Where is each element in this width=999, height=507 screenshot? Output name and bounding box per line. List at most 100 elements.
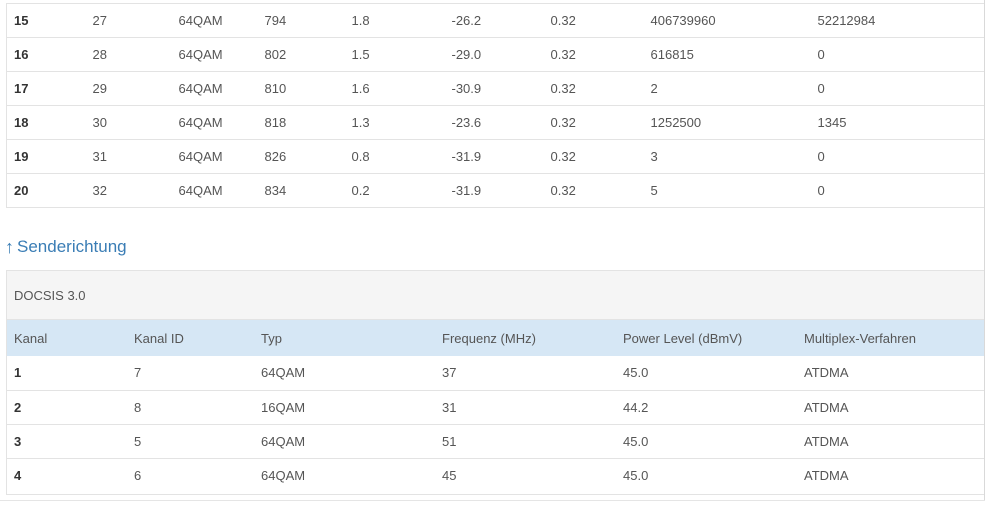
table-cell: 18 <box>14 115 29 130</box>
table-cell: ATDMA <box>804 365 849 381</box>
column-header-multiplex: Multiplex-Verfahren <box>804 330 916 346</box>
downstream-table-row: 16 28 64QAM 802 1.5 -29.0 0.32 616815 0 <box>6 38 986 72</box>
downstream-table-row: 20 32 64QAM 834 0.2 -31.9 0.32 5 0 <box>6 174 986 208</box>
table-cell: 45 <box>442 467 457 483</box>
page-right-border <box>984 0 999 507</box>
upstream-table-row: 4 6 64QAM 45 45.0 ATDMA <box>7 458 984 492</box>
table-cell: -23.6 <box>451 115 482 130</box>
table-cell: 15 <box>14 13 29 28</box>
table-cell: 64QAM <box>178 183 223 198</box>
table-cell: 51 <box>442 433 457 449</box>
column-header-kanal-id: Kanal ID <box>134 330 184 346</box>
table-cell: 64QAM <box>178 149 223 164</box>
table-cell: -29.0 <box>451 47 482 62</box>
table-cell: 64QAM <box>178 115 223 130</box>
table-cell: 64QAM <box>261 467 306 483</box>
table-cell: 0.32 <box>550 81 576 96</box>
table-cell: -30.9 <box>451 81 482 96</box>
table-cell: 834 <box>264 183 287 198</box>
table-cell: 1252500 <box>650 115 702 130</box>
table-cell: 64QAM <box>261 365 306 381</box>
table-cell: 0.2 <box>351 183 370 198</box>
table-cell: 7 <box>134 365 142 381</box>
table-cell: 64QAM <box>178 47 223 62</box>
column-header-kanal: Kanal <box>14 330 48 346</box>
table-cell: 27 <box>92 13 107 28</box>
table-cell: ATDMA <box>804 433 849 449</box>
table-cell: -31.9 <box>451 183 482 198</box>
upstream-table-header-row: Kanal Kanal ID Typ Frequenz (MHz) Power … <box>7 320 984 356</box>
table-cell: 1.6 <box>351 81 370 96</box>
table-cell: 0.8 <box>351 149 370 164</box>
upstream-channel-table: Kanal Kanal ID Typ Frequenz (MHz) Power … <box>7 320 984 492</box>
table-cell: 3 <box>14 433 22 449</box>
column-header-power-level: Power Level (dBmV) <box>623 330 743 346</box>
upstream-table-row: 2 8 16QAM 31 44.2 ATDMA <box>7 390 984 424</box>
table-cell: 31 <box>442 399 457 415</box>
column-header-frequenz: Frequenz (MHz) <box>442 330 536 346</box>
upstream-table-row: 1 7 64QAM 37 45.0 ATDMA <box>7 356 984 390</box>
table-cell: 37 <box>442 365 457 381</box>
table-cell: 6 <box>134 467 142 483</box>
column-header-typ: Typ <box>261 330 282 346</box>
table-cell: 64QAM <box>178 13 223 28</box>
table-cell: 406739960 <box>650 13 716 28</box>
table-cell: 19 <box>14 149 29 164</box>
table-cell: -26.2 <box>451 13 482 28</box>
table-cell: 8 <box>134 399 142 415</box>
table-cell: 0 <box>817 149 825 164</box>
table-cell: 0.32 <box>550 13 576 28</box>
downstream-channel-table: 15 27 64QAM 794 1.8 -26.2 0.32 406739960 5221298… <box>6 3 986 208</box>
docsis-version-label: DOCSIS 3.0 <box>14 287 86 303</box>
table-cell: 32 <box>92 183 107 198</box>
table-cell: 17 <box>14 81 29 96</box>
docsis-version-header: DOCSIS 3.0 <box>7 271 984 320</box>
table-cell: 0.32 <box>550 149 576 164</box>
table-cell: 44.2 <box>623 399 649 415</box>
table-cell: 0 <box>817 183 825 198</box>
table-cell: 802 <box>264 47 287 62</box>
upstream-heading-label: Senderichtung <box>17 237 127 256</box>
table-cell: 4 <box>14 467 22 483</box>
table-cell: 28 <box>92 47 107 62</box>
table-cell: 1345 <box>817 115 847 130</box>
table-cell: 2 <box>650 81 658 96</box>
table-cell: -31.9 <box>451 149 482 164</box>
table-cell: 826 <box>264 149 287 164</box>
table-cell: ATDMA <box>804 399 849 415</box>
table-cell: 0.32 <box>550 115 576 130</box>
table-cell: 2 <box>14 399 22 415</box>
table-cell: 45.0 <box>623 365 649 381</box>
table-cell: 0 <box>817 47 825 62</box>
table-cell: 1.3 <box>351 115 370 130</box>
upstream-section-heading: ↑ Senderichtung <box>5 235 127 259</box>
upstream-table-row: 3 5 64QAM 51 45.0 ATDMA <box>7 424 984 458</box>
table-cell: 0 <box>817 81 825 96</box>
table-cell: 616815 <box>650 47 694 62</box>
table-cell: 0.32 <box>550 183 576 198</box>
table-cell: 64QAM <box>178 81 223 96</box>
table-cell: 0.32 <box>550 47 576 62</box>
table-cell: 45.0 <box>623 467 649 483</box>
table-cell: 1.8 <box>351 13 370 28</box>
table-cell: 16QAM <box>261 399 306 415</box>
table-cell: 5 <box>650 183 658 198</box>
table-cell: 64QAM <box>261 433 306 449</box>
table-cell: 3 <box>650 149 658 164</box>
downstream-table-row: 19 31 64QAM 826 0.8 -31.9 0.32 3 0 <box>6 140 986 174</box>
table-cell: 52212984 <box>817 13 876 28</box>
table-cell: 810 <box>264 81 287 96</box>
page-bottom-border <box>0 500 985 507</box>
table-cell: 31 <box>92 149 107 164</box>
table-cell: 30 <box>92 115 107 130</box>
downstream-table-row: 17 29 64QAM 810 1.6 -30.9 0.32 2 0 <box>6 72 986 106</box>
downstream-table-row: 15 27 64QAM 794 1.8 -26.2 0.32 406739960 5221298… <box>6 4 986 38</box>
arrow-up-icon: ↑ <box>5 236 14 257</box>
table-cell: 1.5 <box>351 47 370 62</box>
table-cell: 45.0 <box>623 433 649 449</box>
table-cell: 20 <box>14 183 29 198</box>
table-cell: ATDMA <box>804 467 849 483</box>
table-cell: 29 <box>92 81 107 96</box>
upstream-docsis-card: DOCSIS 3.0 Kanal Kanal ID Typ Frequenz (… <box>6 270 985 495</box>
downstream-table-row: 18 30 64QAM 818 1.3 -23.6 0.32 1252500 1345 <box>6 106 986 140</box>
